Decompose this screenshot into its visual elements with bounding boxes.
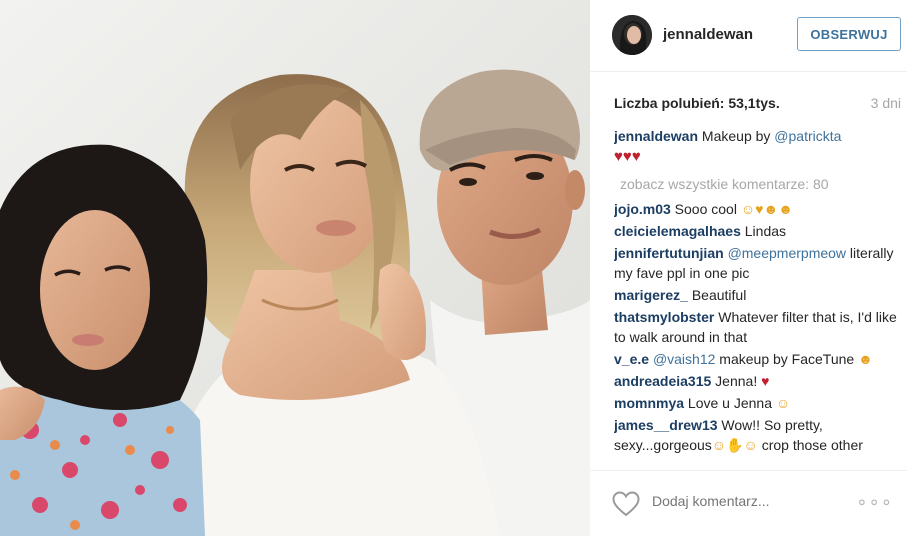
more-options-icon[interactable]: ∘∘∘ — [856, 493, 893, 511]
post-photo[interactable] — [0, 0, 590, 536]
comment-text-continued: makeup by FaceTune — [715, 351, 859, 367]
caption: jennaldewan Makeup by @patrickta ♥♥♥ — [614, 126, 904, 167]
comment-author[interactable]: jojo.m03 — [614, 201, 671, 217]
comment-item: andreadeia315 Jenna! ♥ — [614, 371, 904, 391]
comment-item: v_e.e @vaish12 makeup by FaceTune ☻ — [614, 349, 904, 369]
post-details-panel: jennaldewan OBSERWUJ Liczba polubień: 53… — [590, 0, 907, 536]
post-age[interactable]: 3 dni — [871, 95, 901, 111]
hearts-emoji: ♥♥♥ — [614, 148, 641, 165]
comment-author[interactable]: cleicielemagalhaes — [614, 223, 741, 239]
comments-list[interactable]: jennaldewan Makeup by @patrickta ♥♥♥ zob… — [614, 126, 904, 470]
comment-item: thatsmylobster Whatever filter that is, … — [614, 307, 904, 347]
comment-text: Love u Jenna — [684, 395, 776, 411]
likes-count[interactable]: Liczba polubień: 53,1tys. — [614, 95, 780, 111]
photo-illustration — [0, 0, 590, 536]
likes-row: Liczba polubień: 53,1tys. 3 dni — [614, 95, 901, 111]
caption-author[interactable]: jennaldewan — [614, 128, 698, 144]
comment-text: Beautiful — [687, 287, 747, 303]
comment-author[interactable]: thatsmylobster — [614, 309, 714, 325]
comment-text-continued: crop those other — [757, 437, 863, 453]
caption-text: Makeup by — [698, 128, 775, 144]
emoji-icon: ☺♥☻☻ — [740, 201, 793, 217]
comment-text: Lindas — [740, 223, 787, 239]
caption-mention[interactable]: @patrickta — [774, 128, 841, 144]
username[interactable]: jennaldewan — [663, 26, 753, 43]
comment-author[interactable]: jennifertutunjian — [614, 245, 724, 261]
comment-text: Sooo cool — [670, 201, 741, 217]
comment-author[interactable]: andreadeia315 — [614, 373, 711, 389]
emoji-icon: ♥ — [761, 373, 770, 389]
comment-footer: ∘∘∘ — [590, 470, 907, 536]
comment-item: momnmya Love u Jenna ☺ — [614, 393, 904, 413]
post-header: jennaldewan OBSERWUJ — [590, 0, 907, 72]
emoji-icon: ☻ — [858, 351, 873, 367]
comment-item: jojo.m03 Sooo cool ☺♥☻☻ — [614, 199, 904, 219]
comment-author[interactable]: james__drew13 — [614, 417, 718, 433]
comment-mention[interactable]: @meepmerpmeow — [728, 245, 846, 261]
comment-author[interactable]: v_e.e — [614, 351, 649, 367]
comment-text: Jenna! — [711, 373, 762, 389]
add-comment-input[interactable] — [652, 493, 852, 509]
avatar[interactable] — [612, 15, 652, 55]
emoji-icon: ☺ — [775, 395, 791, 411]
comment-item: james__drew13 Wow!! So pretty, sexy...go… — [614, 415, 904, 455]
view-all-comments-link[interactable]: zobacz wszystkie komentarze: 80 — [620, 174, 904, 194]
follow-button[interactable]: OBSERWUJ — [797, 17, 901, 51]
comment-item: cleicielemagalhaes Lindas — [614, 221, 904, 241]
comment-item: marigerez_ Beautiful — [614, 285, 904, 305]
emoji-icon: ☺✋☺ — [711, 437, 758, 453]
comment-item: jennifertutunjian @meepmerpmeow literall… — [614, 243, 904, 283]
comment-author[interactable]: marigerez_ — [614, 287, 688, 303]
avatar-portrait — [612, 15, 652, 55]
comment-author[interactable]: momnmya — [614, 395, 684, 411]
comment-mention[interactable]: @vaish12 — [653, 351, 715, 367]
heart-outline-icon[interactable] — [612, 491, 640, 517]
